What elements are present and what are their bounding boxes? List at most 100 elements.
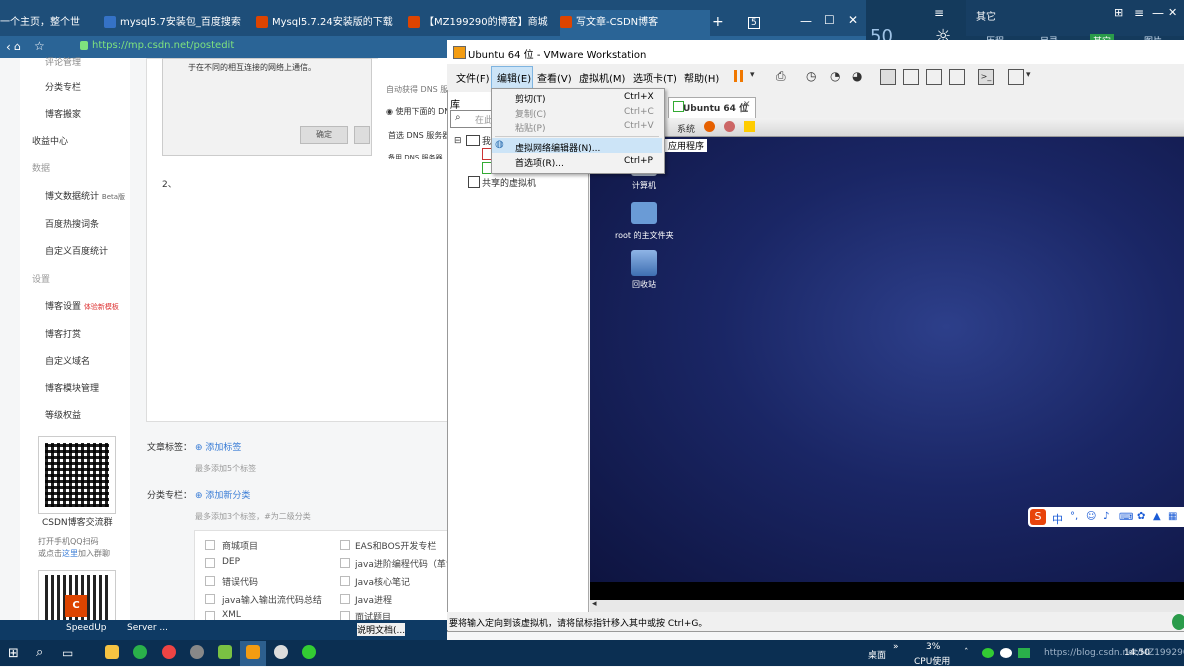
- category-checkbox[interactable]: [340, 540, 350, 550]
- thumbnail-icon[interactable]: [903, 69, 919, 85]
- menu-item-preferences[interactable]: 首选项(R)...: [515, 156, 564, 169]
- home-folder-icon[interactable]: [631, 202, 657, 224]
- sogou-icon[interactable]: S: [1030, 509, 1046, 525]
- back-icon[interactable]: ‹: [6, 40, 11, 54]
- task-view-icon[interactable]: ▭: [62, 646, 73, 660]
- trash-icon[interactable]: [631, 250, 657, 276]
- tree-shared-vms[interactable]: 共享的虚拟机: [482, 176, 536, 189]
- menu-help[interactable]: 帮助(H): [684, 70, 719, 85]
- category-checkbox[interactable]: [205, 540, 215, 550]
- url-input[interactable]: https://mp.csdn.net/postedit: [92, 40, 234, 51]
- menu-item-paste[interactable]: 粘贴(P): [515, 121, 545, 134]
- browser-tab[interactable]: 【MZ199290的博客】商城: [408, 10, 558, 36]
- skin-icon[interactable]: ▲: [1153, 511, 1161, 522]
- category-checkbox[interactable]: [205, 576, 215, 586]
- minimize-icon[interactable]: —: [800, 14, 812, 28]
- wechat-icon[interactable]: [302, 645, 316, 659]
- expand-icon[interactable]: ⊟: [454, 136, 462, 146]
- menu-view[interactable]: 查看(V): [537, 70, 572, 85]
- tab-count-badge[interactable]: 5: [748, 17, 760, 29]
- chevron-icon[interactable]: »: [893, 642, 899, 652]
- menu-file[interactable]: 文件(F): [456, 70, 490, 85]
- dropdown-icon[interactable]: ▾: [750, 70, 755, 80]
- speedup-item[interactable]: SpeedUp: [66, 623, 107, 633]
- category-checkbox[interactable]: [205, 558, 215, 568]
- scroll-left-icon[interactable]: ◂: [592, 599, 597, 609]
- browser-tab[interactable]: 一个主页，整个世: [0, 10, 100, 36]
- stretch-icon[interactable]: [1008, 69, 1024, 85]
- dropdown-icon[interactable]: ▾: [1026, 70, 1031, 80]
- notes-icon[interactable]: [744, 121, 755, 132]
- sidebar-item[interactable]: 等级权益: [45, 408, 81, 421]
- category-checkbox[interactable]: [340, 576, 350, 586]
- menu-edit[interactable]: 编辑(E): [497, 70, 531, 85]
- home-icon[interactable]: ⌂: [14, 40, 21, 53]
- windows-start-icon[interactable]: ⊞: [8, 646, 19, 661]
- sidebar-item[interactable]: 分类专栏: [45, 80, 81, 93]
- sidebar-item[interactable]: 评论管理: [45, 55, 81, 68]
- settings-gear-icon[interactable]: [190, 645, 204, 659]
- browser-tab[interactable]: mysql5.7安装包_百度搜索: [104, 10, 252, 36]
- ime-mode[interactable]: 中: [1052, 511, 1063, 527]
- cloud-tray-icon[interactable]: [1000, 648, 1012, 658]
- browser-360-icon[interactable]: [133, 645, 147, 659]
- firefox-icon[interactable]: [704, 121, 715, 132]
- menu-icon[interactable]: ≡: [1134, 6, 1144, 20]
- grid-icon[interactable]: ⊞: [1114, 6, 1123, 19]
- fullscreen-icon[interactable]: [926, 69, 942, 85]
- category-checkbox[interactable]: [340, 558, 350, 568]
- menu-tabs[interactable]: 选项卡(T): [633, 70, 677, 85]
- sidebar-item-income[interactable]: 收益中心: [32, 134, 68, 147]
- browser-tab-active[interactable]: 写文章-CSDN博客: [560, 10, 710, 36]
- sidebar-item[interactable]: 博客打赏: [45, 327, 81, 340]
- menu-icon[interactable]: ▦: [1168, 511, 1177, 522]
- sidebar-item[interactable]: 博客设置 体验新模板: [45, 299, 119, 312]
- sidebar-item[interactable]: 博客搬家: [45, 107, 81, 120]
- join-link[interactable]: 这里: [62, 549, 78, 558]
- desktop-toolbar[interactable]: 桌面: [868, 648, 886, 661]
- gear-icon[interactable]: [274, 645, 288, 659]
- menu-icon[interactable]: ≡: [934, 6, 944, 20]
- search-icon[interactable]: ⌕: [36, 645, 43, 660]
- sidebar-item[interactable]: 百度热搜词条: [45, 217, 99, 230]
- menu-item-cut[interactable]: 剪切(T): [515, 92, 546, 105]
- close-icon[interactable]: ✕: [743, 100, 751, 110]
- server-item[interactable]: Server ...: [127, 623, 168, 633]
- library-toggle-icon[interactable]: [880, 69, 896, 85]
- sidebar-item[interactable]: 博文数据统计 Beta版: [45, 189, 125, 202]
- emoji-icon[interactable]: ☺: [1086, 511, 1096, 522]
- pause-icon[interactable]: [734, 70, 737, 82]
- category-checkbox[interactable]: [205, 594, 215, 604]
- menu-item-copy[interactable]: 复制(C): [515, 107, 546, 120]
- tools-icon[interactable]: ✿: [1137, 511, 1145, 522]
- minimize-icon[interactable]: —: [1152, 6, 1164, 20]
- punct-icon[interactable]: °,: [1070, 511, 1078, 522]
- mic-icon[interactable]: ♪: [1103, 511, 1109, 522]
- console-icon[interactable]: >_: [978, 69, 994, 85]
- add-category-button[interactable]: ⊕ 添加新分类: [195, 488, 250, 501]
- close-icon[interactable]: ✕: [1168, 6, 1177, 19]
- unity-icon[interactable]: [949, 69, 965, 85]
- maximize-icon[interactable]: ☐: [824, 13, 835, 27]
- tray-expand-icon[interactable]: ˆ: [964, 648, 969, 658]
- clock-time[interactable]: 14:50: [1124, 648, 1150, 658]
- file-explorer-icon[interactable]: [105, 645, 119, 659]
- revert-icon[interactable]: ◔: [830, 69, 840, 83]
- send-keys-icon[interactable]: ⎙: [776, 69, 786, 84]
- snapshot-icon[interactable]: ◷: [806, 69, 816, 83]
- system-menu[interactable]: 系统: [677, 122, 695, 135]
- tree-my-computer[interactable]: 我: [482, 134, 491, 147]
- chrome-icon[interactable]: [162, 645, 176, 659]
- doc-item[interactable]: 说明文档(...: [357, 623, 406, 636]
- tray-icon[interactable]: [1018, 648, 1030, 658]
- close-icon[interactable]: ✕: [848, 13, 858, 27]
- vmware-taskbar-icon[interactable]: [246, 645, 260, 659]
- category-checkbox[interactable]: [340, 594, 350, 604]
- new-tab-button[interactable]: +: [712, 14, 724, 30]
- horizontal-scrollbar[interactable]: [590, 600, 1184, 612]
- sidebar-item[interactable]: 自定义百度统计: [45, 244, 108, 257]
- menu-vm[interactable]: 虚拟机(M): [579, 70, 625, 85]
- browser-tab[interactable]: Mysql5.7.24安装版的下载: [256, 10, 402, 36]
- menu-item-virtual-network-editor[interactable]: 虚拟网络编辑器(N)...: [515, 141, 600, 154]
- sidebar-item[interactable]: 博客模块管理: [45, 381, 99, 394]
